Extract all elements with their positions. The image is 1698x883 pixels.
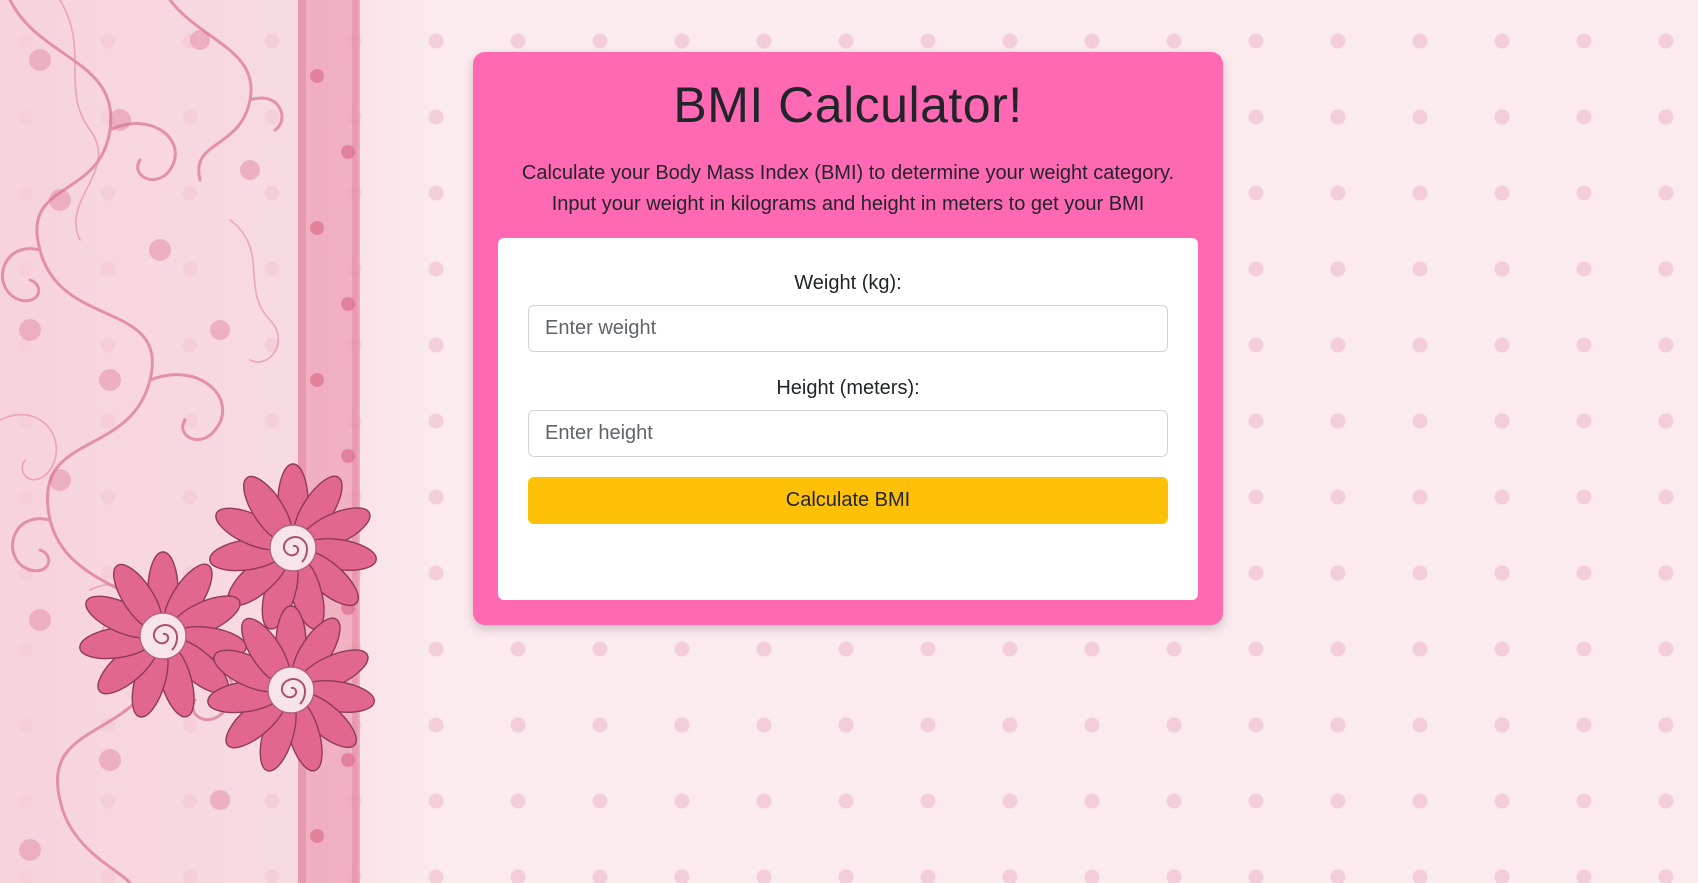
weight-label: Weight (kg): — [794, 272, 902, 294]
weight-input[interactable] — [528, 305, 1168, 352]
description-text: Calculate your Body Mass Index (BMI) to … — [521, 162, 1175, 215]
floral-border-decoration — [0, 0, 460, 883]
bmi-calculator-card: BMI Calculator! Calculate your Body Mass… — [473, 52, 1223, 625]
height-label: Height (meters): — [776, 377, 920, 399]
page-title: BMI Calculator! — [673, 77, 1023, 133]
calculate-bmi-button[interactable]: Calculate BMI — [528, 477, 1168, 524]
height-input[interactable] — [528, 410, 1168, 457]
bmi-form: Weight (kg): Height (meters): Calculate … — [498, 238, 1198, 600]
